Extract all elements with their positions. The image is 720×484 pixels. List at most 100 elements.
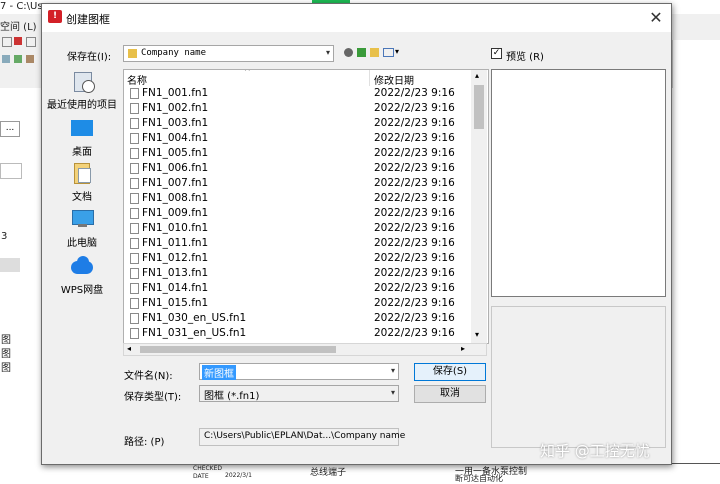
file-date: 2022/2/23 9:16	[374, 87, 455, 99]
toolbar-icon[interactable]	[14, 37, 22, 45]
view-menu-icon[interactable]	[383, 48, 394, 57]
file-name: FN1_031_en_US.fn1	[142, 327, 247, 339]
side-item[interactable]: 图	[1, 331, 11, 346]
background-right-panel	[672, 40, 720, 88]
dialog-titlebar[interactable]: ! 创建图框 ✕	[42, 4, 671, 32]
toolbar-icon[interactable]	[26, 37, 36, 47]
up-folder-icon[interactable]	[357, 48, 366, 57]
file-date: 2022/2/23 9:16	[374, 327, 455, 339]
scroll-up-icon[interactable]: ▴	[475, 71, 479, 80]
file-row[interactable]: FN1_011.fn1 2022/2/23 9:16	[124, 237, 469, 252]
filetype-label: 保存类型(T):	[124, 392, 182, 403]
file-list[interactable]: 名称 ^ 修改日期 FN1_001.fn1 2022/2/23 9:16 FN1_0…	[123, 69, 489, 344]
filename-combo[interactable]: 新图框 ▾	[199, 363, 399, 380]
title-block-date: 2022/3/1	[225, 472, 252, 479]
side-number: 3	[1, 231, 8, 242]
file-row[interactable]: FN1_004.fn1 2022/2/23 9:16	[124, 132, 469, 147]
file-row[interactable]: FN1_030_en_US.fn1 2022/2/23 9:16	[124, 312, 469, 327]
file-row[interactable]: FN1_003.fn1 2022/2/23 9:16	[124, 117, 469, 132]
file-name: FN1_008.fn1	[142, 192, 209, 204]
side-field[interactable]	[0, 163, 22, 179]
path-field[interactable]: C:\Users\Public\EPLAN\Dat...\Company nam…	[199, 428, 405, 446]
background-side-panel: ... 3 图 图 图	[0, 88, 46, 481]
file-row[interactable]: FN1_010.fn1 2022/2/23 9:16	[124, 222, 469, 237]
close-button[interactable]: ✕	[645, 8, 667, 28]
title-block-date-label: DATE	[193, 473, 209, 480]
filename-input-value[interactable]: 新图框	[202, 365, 236, 380]
checkmark-icon: ✓	[492, 48, 501, 58]
save-button[interactable]: 保存(S)	[414, 363, 486, 381]
save-in-combo[interactable]: Company name ▾	[123, 45, 334, 62]
side-item[interactable]: 图	[1, 345, 11, 360]
new-folder-icon[interactable]	[370, 48, 379, 57]
scroll-left-icon[interactable]: ◂	[127, 344, 131, 353]
place-wps-cloud[interactable]: WPS网盘	[42, 255, 122, 296]
side-ellipsis-button[interactable]: ...	[0, 121, 20, 137]
place-label: WPS网盘	[60, 285, 104, 296]
toolbar-icon[interactable]	[14, 55, 22, 63]
side-item[interactable]: 图	[1, 359, 11, 374]
scroll-right-icon[interactable]: ▸	[461, 344, 465, 353]
place-this-pc[interactable]: 此电脑	[42, 208, 122, 249]
view-chevron-icon[interactable]: ▾	[395, 47, 399, 56]
file-row[interactable]: FN1_014.fn1 2022/2/23 9:16	[124, 282, 469, 297]
preview-checkbox[interactable]: ✓	[491, 48, 502, 59]
file-row[interactable]: FN1_009.fn1 2022/2/23 9:16	[124, 207, 469, 222]
horizontal-scroll-thumb[interactable]	[140, 346, 336, 353]
file-row[interactable]: FN1_008.fn1 2022/2/23 9:16	[124, 192, 469, 207]
background-menubar: 空间 (L)	[0, 15, 45, 33]
place-documents[interactable]: 文档	[42, 162, 122, 203]
file-name: FN1_009.fn1	[142, 207, 209, 219]
file-name: FN1_002.fn1	[142, 102, 209, 114]
back-icon[interactable]	[344, 48, 353, 57]
file-name: FN1_014.fn1	[142, 282, 209, 294]
chevron-down-icon[interactable]: ▾	[391, 366, 395, 375]
file-date: 2022/2/23 9:16	[374, 117, 455, 129]
file-icon	[130, 178, 139, 189]
toolbar-icon[interactable]	[2, 37, 12, 47]
column-header-name[interactable]: 名称	[127, 72, 147, 87]
scroll-down-icon[interactable]: ▾	[475, 330, 479, 339]
recent-items-icon	[69, 70, 95, 94]
place-recent-items[interactable]: 最近使用的项目	[42, 70, 122, 111]
column-header-modified[interactable]: 修改日期	[374, 72, 414, 87]
vertical-scroll-thumb[interactable]	[474, 85, 484, 129]
horizontal-scrollbar[interactable]: ◂ ▸	[123, 343, 487, 356]
file-name: FN1_004.fn1	[142, 132, 209, 144]
background-menu-item[interactable]: 空间 (L)	[0, 18, 37, 33]
file-row[interactable]: FN1_005.fn1 2022/2/23 9:16	[124, 147, 469, 162]
file-icon	[130, 148, 139, 159]
title-block-checked: CHECKED	[193, 465, 223, 472]
file-date: 2022/2/23 9:16	[374, 267, 455, 279]
file-date: 2022/2/23 9:16	[374, 177, 455, 189]
file-row[interactable]: FN1_007.fn1 2022/2/23 9:16	[124, 177, 469, 192]
filetype-combo[interactable]: 图框 (*.fn1) ▾	[199, 385, 399, 402]
file-icon	[130, 193, 139, 204]
toolbar-icon[interactable]	[2, 55, 10, 63]
file-icon	[130, 133, 139, 144]
chevron-down-icon[interactable]: ▾	[391, 388, 395, 397]
file-row[interactable]: FN1_013.fn1 2022/2/23 9:16	[124, 267, 469, 282]
file-name: FN1_001.fn1	[142, 87, 209, 99]
vertical-scrollbar[interactable]: ▴ ▾	[471, 70, 487, 343]
path-label: 路径: (P)	[124, 437, 165, 448]
column-divider[interactable]	[369, 70, 370, 86]
file-row[interactable]: FN1_006.fn1 2022/2/23 9:16	[124, 162, 469, 177]
file-icon	[130, 238, 139, 249]
file-row[interactable]: FN1_012.fn1 2022/2/23 9:16	[124, 252, 469, 267]
save-in-label: 保存在(I):	[67, 52, 112, 63]
file-row[interactable]: FN1_002.fn1 2022/2/23 9:16	[124, 102, 469, 117]
cancel-button[interactable]: 取消	[414, 385, 486, 403]
file-row[interactable]: FN1_015.fn1 2022/2/23 9:16	[124, 297, 469, 312]
file-icon	[130, 163, 139, 174]
place-desktop[interactable]: 桌面	[42, 117, 122, 158]
side-selected-row[interactable]	[0, 258, 20, 272]
file-date: 2022/2/23 9:16	[374, 147, 455, 159]
file-row[interactable]: FN1_001.fn1 2022/2/23 9:16	[124, 87, 469, 102]
place-label: 最近使用的项目	[47, 100, 117, 111]
file-row[interactable]: FN1_031_en_US.fn1 2022/2/23 9:16	[124, 327, 469, 342]
toolbar-icon[interactable]	[26, 55, 34, 63]
background-title-block: CHECKED DATE 2022/3/1 总线端子 一用一备水泵控制 断可达自…	[45, 463, 720, 483]
desktop-icon	[69, 117, 95, 141]
wps-cloud-icon	[69, 255, 95, 279]
